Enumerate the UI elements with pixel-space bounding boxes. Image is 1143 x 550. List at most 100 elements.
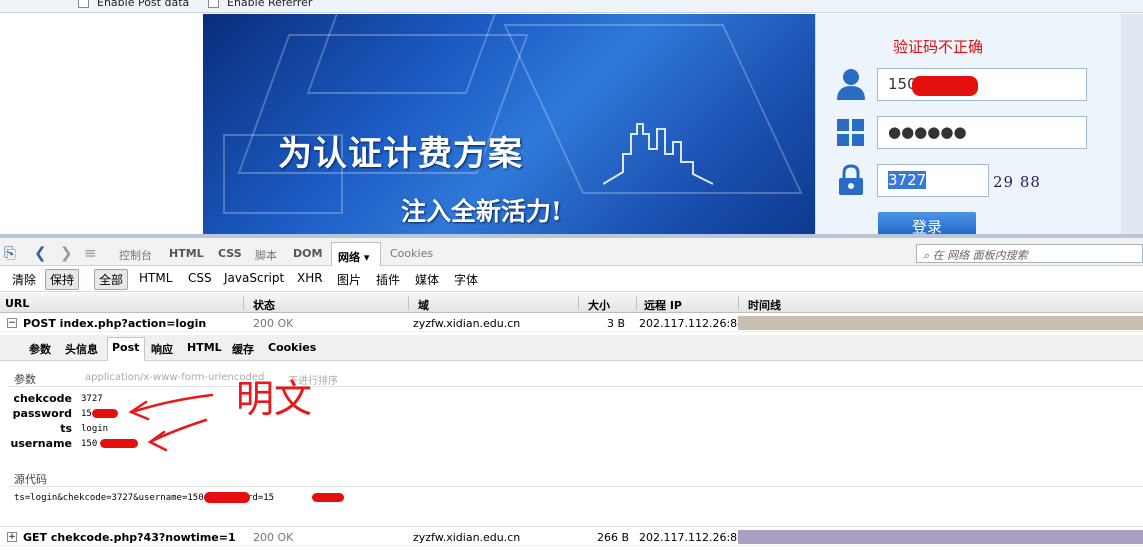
col-size[interactable]: 大小 — [588, 297, 610, 313]
clear-button[interactable]: 清除 — [12, 271, 36, 288]
tab-html[interactable]: HTML — [169, 247, 204, 260]
back-icon[interactable]: ❮ — [34, 244, 47, 262]
redaction-mark — [100, 439, 138, 448]
col-url[interactable]: URL — [5, 297, 29, 310]
firebug-panel: ⎘ ❮ ❯ ≡ 控制台 HTML CSS 脚本 DOM 网络 ▾ Cookies… — [0, 234, 1143, 550]
redaction-mark — [912, 76, 978, 96]
login-error-message: 验证码不正确 — [893, 38, 984, 56]
search-placeholder: 在 网络 面板内搜索 — [932, 249, 1028, 262]
timeline-bar — [738, 316, 1143, 330]
collapse-icon[interactable]: − — [7, 318, 17, 328]
request-url: GET chekcode.php?43?nowtime=1457 — [23, 531, 235, 544]
persist-button[interactable]: 保持 — [45, 269, 80, 290]
panel-edge — [1121, 14, 1143, 234]
tab-post[interactable]: Post — [112, 341, 139, 354]
password-grid-icon — [837, 119, 864, 146]
source-title: 源代码 — [14, 473, 47, 486]
filter-images[interactable]: 图片 — [337, 271, 361, 288]
request-size: 266 B — [597, 531, 630, 544]
tab-detail-html[interactable]: HTML — [187, 341, 222, 354]
params-title: 参数 — [14, 373, 36, 386]
tab-params[interactable]: 参数 — [29, 341, 51, 357]
lock-icon — [839, 164, 863, 195]
request-domain: zyzfw.xidian.edu.cn — [413, 317, 521, 330]
filter-fonts[interactable]: 字体 — [454, 271, 478, 288]
city-skyline-icon — [603, 123, 713, 185]
request-size: 3 B — [607, 317, 626, 330]
request-status: 200 OK — [253, 531, 294, 544]
captcha-value: 3727 — [888, 171, 927, 189]
filter-plugins[interactable]: 插件 — [376, 271, 400, 288]
col-remote-ip[interactable]: 远程 IP — [644, 297, 682, 313]
tab-console[interactable]: 控制台 — [119, 247, 152, 263]
tab-net[interactable]: 网络 ▾ — [331, 242, 381, 268]
content-type-hint: application/x-www-form-urlencoded — [85, 372, 265, 383]
param-key: password — [12, 407, 72, 420]
banner-subtitle: 注入全新活力! — [401, 197, 562, 226]
tab-detail-cookies[interactable]: Cookies — [268, 341, 316, 354]
tab-dom[interactable]: DOM — [293, 247, 322, 260]
captcha-image[interactable]: 29 88 — [993, 169, 1053, 195]
tab-script[interactable]: 脚本 — [255, 247, 277, 263]
col-timeline[interactable]: 时间线 — [748, 297, 781, 313]
login-button[interactable]: 登录 — [878, 212, 976, 236]
filter-html[interactable]: HTML — [139, 271, 172, 285]
param-value: login — [81, 424, 109, 434]
enable-post-data-checkbox[interactable]: Enable Post data — [78, 0, 189, 9]
captcha-input[interactable]: 3727 — [877, 164, 989, 197]
filter-media[interactable]: 媒体 — [415, 271, 439, 288]
param-key: username — [10, 437, 72, 450]
no-sort-toggle[interactable]: 不进行排序 — [288, 372, 338, 387]
table-row[interactable]: + GET chekcode.php?43?nowtime=1457 200 O… — [0, 528, 1143, 546]
request-status: 200 OK — [253, 317, 294, 330]
password-input[interactable]: ●●●●●● — [877, 116, 1087, 149]
enable-post-data-label: Enable Post data — [97, 0, 190, 9]
redaction-mark — [92, 409, 118, 418]
search-icon: ⌕ — [923, 249, 930, 262]
detail-tabs: 参数 头信息 Post 响应 HTML 缓存 Cookies — [0, 335, 1143, 361]
request-options-bar: Enable Post data Enable Referrer — [0, 0, 1143, 13]
forward-icon[interactable]: ❯ — [60, 244, 73, 262]
username-input[interactable]: 150 — [877, 68, 1087, 101]
banner-image: 为认证计费方案 注入全新活力! — [203, 14, 815, 234]
inspect-icon[interactable]: ⎘ — [4, 244, 16, 262]
tab-response[interactable]: 响应 — [151, 341, 173, 357]
tab-headers[interactable]: 头信息 — [65, 341, 98, 357]
user-icon — [837, 69, 865, 100]
enable-referrer-checkbox[interactable]: Enable Referrer — [208, 0, 312, 9]
redaction-mark — [312, 493, 344, 502]
table-row[interactable]: − POST index.php?action=login 200 OK zyz… — [0, 314, 1143, 332]
filter-javascript[interactable]: JavaScript — [224, 271, 284, 285]
request-remote-ip: 202.117.112.26:80 — [639, 531, 745, 544]
request-detail: 参数 头信息 Post 响应 HTML 缓存 Cookies 参数 applic… — [0, 335, 1143, 527]
filter-css[interactable]: CSS — [188, 271, 212, 285]
firebug-toolbar: ⎘ ❮ ❯ ≡ 控制台 HTML CSS 脚本 DOM 网络 ▾ Cookies… — [0, 234, 1143, 268]
banner-title: 为认证计费方案 — [278, 134, 523, 174]
password-value: ●●●●●● — [888, 123, 967, 141]
menu-list-icon[interactable]: ≡ — [84, 244, 97, 262]
request-domain: zyzfw.xidian.edu.cn — [413, 531, 521, 544]
redaction-mark — [204, 492, 250, 503]
param-value: 3727 — [81, 394, 103, 404]
col-status[interactable]: 状态 — [253, 297, 275, 313]
expand-icon[interactable]: + — [7, 532, 17, 542]
checkbox-box[interactable] — [78, 0, 89, 8]
filter-all[interactable]: 全部 — [94, 269, 129, 290]
timeline-bar — [738, 530, 1143, 544]
tab-css[interactable]: CSS — [218, 247, 242, 260]
param-value: 150 — [81, 439, 98, 449]
request-url: POST index.php?action=login — [23, 317, 207, 330]
enable-referrer-label: Enable Referrer — [227, 0, 313, 9]
tab-cookies[interactable]: Cookies — [390, 247, 433, 260]
col-domain[interactable]: 域 — [418, 297, 429, 313]
filter-bar: 清除 保持 全部 HTML CSS JavaScript XHR 图片 插件 媒… — [0, 266, 1143, 292]
tab-cache[interactable]: 缓存 — [232, 341, 254, 357]
webpage-viewport: Enable Post data Enable Referrer 为认证计费方案… — [0, 0, 1143, 240]
checkbox-box[interactable] — [208, 0, 219, 8]
request-remote-ip: 202.117.112.26:80 — [639, 317, 745, 330]
net-column-header: URL 状态 域 大小 远程 IP 时间线 — [0, 293, 1143, 313]
param-key: chekcode — [13, 392, 72, 405]
param-value: 15 — [81, 409, 92, 419]
filter-xhr[interactable]: XHR — [297, 271, 323, 285]
search-input[interactable]: ⌕ 在 网络 面板内搜索 — [916, 244, 1143, 263]
